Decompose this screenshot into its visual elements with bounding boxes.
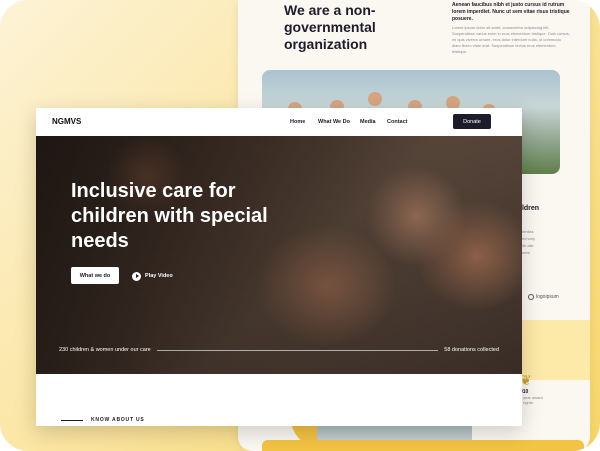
eyebrow-dash: [61, 419, 83, 421]
nav-link-media[interactable]: Media: [360, 119, 376, 125]
right-text: plentiss sed vary alle alle lorem: [520, 229, 536, 255]
brand-logo[interactable]: NGMVS: [52, 117, 81, 126]
showcase-background: We are a non-governmental organization A…: [0, 0, 600, 451]
nav-link-what-we-do[interactable]: What We Do: [318, 119, 350, 125]
logo-icon: [528, 294, 534, 300]
hero-section: Inclusive care for children with special…: [36, 136, 522, 374]
about-intro-bold: Aenean faucibus nibh et justo cursus id …: [452, 2, 570, 22]
hero-title: Inclusive care for children with special…: [71, 180, 268, 252]
play-icon: [132, 271, 141, 281]
about-intro-text: Lorem ipsum dolor sit amet, consectetur …: [452, 25, 570, 54]
stat-donations: 58 donations collected: [444, 347, 499, 353]
hero-stats: 230 children & women under our care 58 d…: [59, 345, 499, 355]
section-eyebrow: KNOW ABOUT US: [61, 417, 145, 423]
play-video-button[interactable]: Play Video: [132, 270, 173, 282]
play-video-label: Play Video: [145, 273, 173, 279]
donate-button[interactable]: Donate: [453, 114, 491, 129]
award-sub2: s rights: [520, 400, 533, 405]
nav-link-contact[interactable]: Contact: [387, 119, 407, 125]
what-we-do-button[interactable]: What we do: [71, 267, 119, 284]
stat-children: 230 children & women under our care: [59, 347, 151, 353]
front-page-preview: NGMVS Home What We Do Media Contact Dona…: [36, 108, 522, 426]
photo-head: [368, 92, 382, 106]
logo-text: logoipsum: [536, 294, 559, 300]
stat-divider: [156, 349, 439, 351]
navbar: NGMVS Home What We Do Media Contact Dona…: [36, 108, 522, 136]
award-block: ❦ 010 s year award s rights: [520, 372, 543, 405]
right-heading: ildren: [520, 205, 540, 212]
eyebrow-label: KNOW ABOUT US: [91, 417, 145, 423]
about-intro: Aenean faucibus nibh et justo cursus id …: [452, 2, 570, 55]
hero-overlay: [36, 136, 522, 374]
about-title: We are a non-governmental organization: [284, 2, 376, 52]
yellow-footer-bar: [262, 440, 584, 451]
laurel-icon: ❦: [520, 372, 532, 388]
partner-logo: logoipsum: [528, 294, 559, 300]
nav-link-home[interactable]: Home: [290, 119, 305, 125]
